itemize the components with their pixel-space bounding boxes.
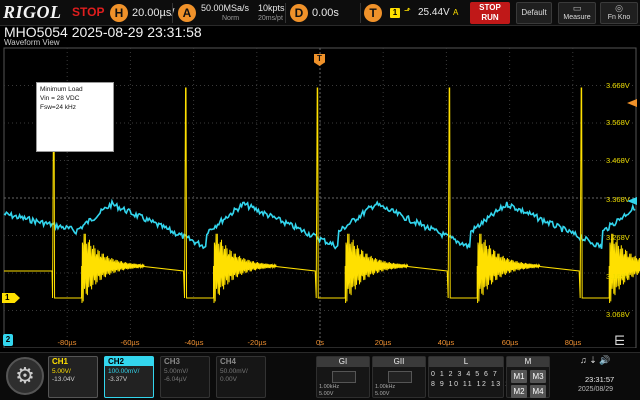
- trigger-coupling: A: [453, 8, 459, 17]
- trigger-slope-icon: ⬏: [404, 6, 411, 15]
- generator-2-panel[interactable]: GII 1.00kHz 5.00V: [372, 356, 426, 398]
- x-axis-label: 60µs: [501, 338, 519, 347]
- ch4-label: CH4: [220, 357, 237, 366]
- ch4-offset: 0.00V: [220, 376, 237, 383]
- y-axis-label: 3.468V: [606, 156, 630, 165]
- ch3-offset: -6.04µV: [164, 376, 187, 383]
- x-axis-label: -80µs: [57, 338, 77, 347]
- x-axis-label: 80µs: [564, 338, 582, 347]
- divider: [172, 3, 173, 23]
- logic-row: 8 9 10 11 12 13 14 15: [431, 381, 531, 388]
- menu-collapse-icon[interactable]: ⋿: [614, 333, 625, 349]
- stop-run-line2: RUN: [481, 13, 499, 22]
- ch1-offset: -13.04V: [52, 376, 75, 383]
- ch3-label: CH3: [164, 357, 181, 366]
- stop-run-line1: STOP: [479, 3, 501, 12]
- delay-badge[interactable]: D: [290, 4, 308, 22]
- annotation-line: Minimum Load: [40, 86, 83, 93]
- divider: [285, 3, 286, 23]
- generator-1-amp: 5.00V: [319, 391, 334, 397]
- x-axis-label: 20µs: [374, 338, 392, 347]
- ch1-label: CH1: [52, 357, 69, 366]
- memory-depth[interactable]: 10kpts: [258, 3, 285, 13]
- settings-gear-icon[interactable]: ⚙: [6, 357, 44, 395]
- logic-channels: 0 1 2 3 4 5 6 7 8 9 10 11 12 13 14 15: [431, 370, 531, 390]
- acquisition-mode: Norm: [222, 15, 240, 22]
- measure-icon: ▭: [572, 3, 582, 13]
- generator-1-panel[interactable]: GI 1.00kHz 5.00V: [316, 356, 370, 398]
- logic-analyzer-panel[interactable]: L 0 1 2 3 4 5 6 7 8 9 10 11 12 13 14 15: [428, 356, 531, 398]
- ch1-settings[interactable]: CH1 5.00V/ -13.04V: [48, 356, 98, 398]
- clock-date: 2025/08/29: [578, 386, 614, 393]
- horizontal-badge[interactable]: H: [110, 4, 128, 22]
- math-m2-button[interactable]: M2: [511, 385, 527, 398]
- ch4-settings[interactable]: CH4 50.00mV/ 0.00V: [216, 356, 266, 398]
- trigger-source-chip[interactable]: 1: [390, 8, 400, 18]
- annotation-line: Fsw=24 kHz: [40, 104, 76, 111]
- math-m1-button[interactable]: M1: [511, 370, 527, 383]
- sample-rate[interactable]: 50.00MSa/s: [201, 3, 249, 13]
- measure-button[interactable]: ▭ Measure: [558, 2, 596, 24]
- math-label: M: [507, 357, 549, 367]
- math-panel[interactable]: M M1 M3 M2 M4: [506, 356, 550, 398]
- status-icons: ♫ ⇣ 🔊: [580, 355, 611, 365]
- logic-row: 0 1 2 3 4 5 6 7: [431, 371, 499, 378]
- x-axis-label: 40µs: [437, 338, 455, 347]
- y-axis-label: 3.168V: [606, 272, 630, 281]
- acquisition-badge[interactable]: A: [178, 4, 196, 22]
- generator-1-freq: 1.00kHz: [319, 384, 340, 390]
- run-state-indicator[interactable]: STOP: [72, 5, 104, 19]
- math-m3-button[interactable]: M3: [530, 370, 546, 383]
- generator-1-label: GI: [317, 357, 369, 367]
- x-axis-label: -60µs: [120, 338, 140, 347]
- sine-wave-icon: [388, 371, 412, 383]
- ch2-label: CH2: [105, 357, 153, 366]
- x-axis-label: -40µs: [184, 338, 204, 347]
- math-m4-button[interactable]: M4: [530, 385, 546, 398]
- default-button[interactable]: Default: [516, 2, 552, 24]
- function-knob-button[interactable]: ◎ Fn Kno: [600, 2, 638, 24]
- x-axis-label: 0s: [316, 338, 324, 347]
- generator-2-label: GII: [373, 357, 425, 367]
- annotation-note[interactable]: Minimum Load Vin = 28 VDC Fsw=24 kHz: [36, 82, 114, 152]
- logic-label: L: [429, 357, 503, 367]
- ch2-offset: -3.37V: [108, 376, 128, 383]
- top-toolbar: RIGOL STOP H 20.00µs/ A 50.00MSa/s Norm …: [0, 0, 640, 26]
- time-per-point: 20ms/pt: [258, 15, 283, 22]
- ch4-scale: 50.00mV/: [220, 368, 248, 375]
- y-axis-label: 3.368V: [606, 195, 630, 204]
- ch3-settings[interactable]: CH3 5.00mV/ -6.04µV: [160, 356, 210, 398]
- divider: [360, 3, 361, 23]
- timebase-value[interactable]: 20.00µs/: [132, 7, 174, 19]
- trigger-badge[interactable]: T: [364, 4, 382, 22]
- delay-value[interactable]: 0.00s: [312, 7, 339, 19]
- ch1-scale: 5.00V/: [52, 368, 71, 375]
- ch2-scale: 100.00mV/: [108, 368, 140, 375]
- bottom-toolbar: ⚙ CH1 5.00V/ -13.04V CH2 100.00mV/ -3.37…: [0, 352, 640, 400]
- ch2-settings[interactable]: CH2 100.00mV/ -3.37V: [104, 356, 154, 398]
- measure-label: Measure: [563, 14, 591, 21]
- knob-icon: ◎: [615, 3, 623, 13]
- clock-time: 23:31:57: [585, 375, 615, 384]
- generator-2-freq: 1.00kHz: [375, 384, 396, 390]
- x-axis-label: -20µs: [247, 338, 267, 347]
- generator-2-amp: 5.00V: [375, 391, 390, 397]
- y-axis-label: 3.068V: [606, 310, 630, 319]
- y-axis-label: 3.268V: [606, 233, 630, 242]
- function-knob-label: Fn Kno: [607, 14, 631, 21]
- trigger-level[interactable]: 25.44V: [418, 7, 450, 18]
- annotation-line: Vin = 28 VDC: [40, 95, 80, 102]
- y-axis-label: 3.668V: [606, 81, 630, 90]
- ch2-ground-marker[interactable]: 2: [3, 334, 13, 346]
- brand-logo: RIGOL: [3, 2, 62, 22]
- y-axis-label: 3.568V: [606, 118, 630, 127]
- stop-run-button[interactable]: STOP RUN: [470, 2, 510, 24]
- ch3-scale: 5.00mV/: [164, 368, 189, 375]
- sine-wave-icon: [332, 371, 356, 383]
